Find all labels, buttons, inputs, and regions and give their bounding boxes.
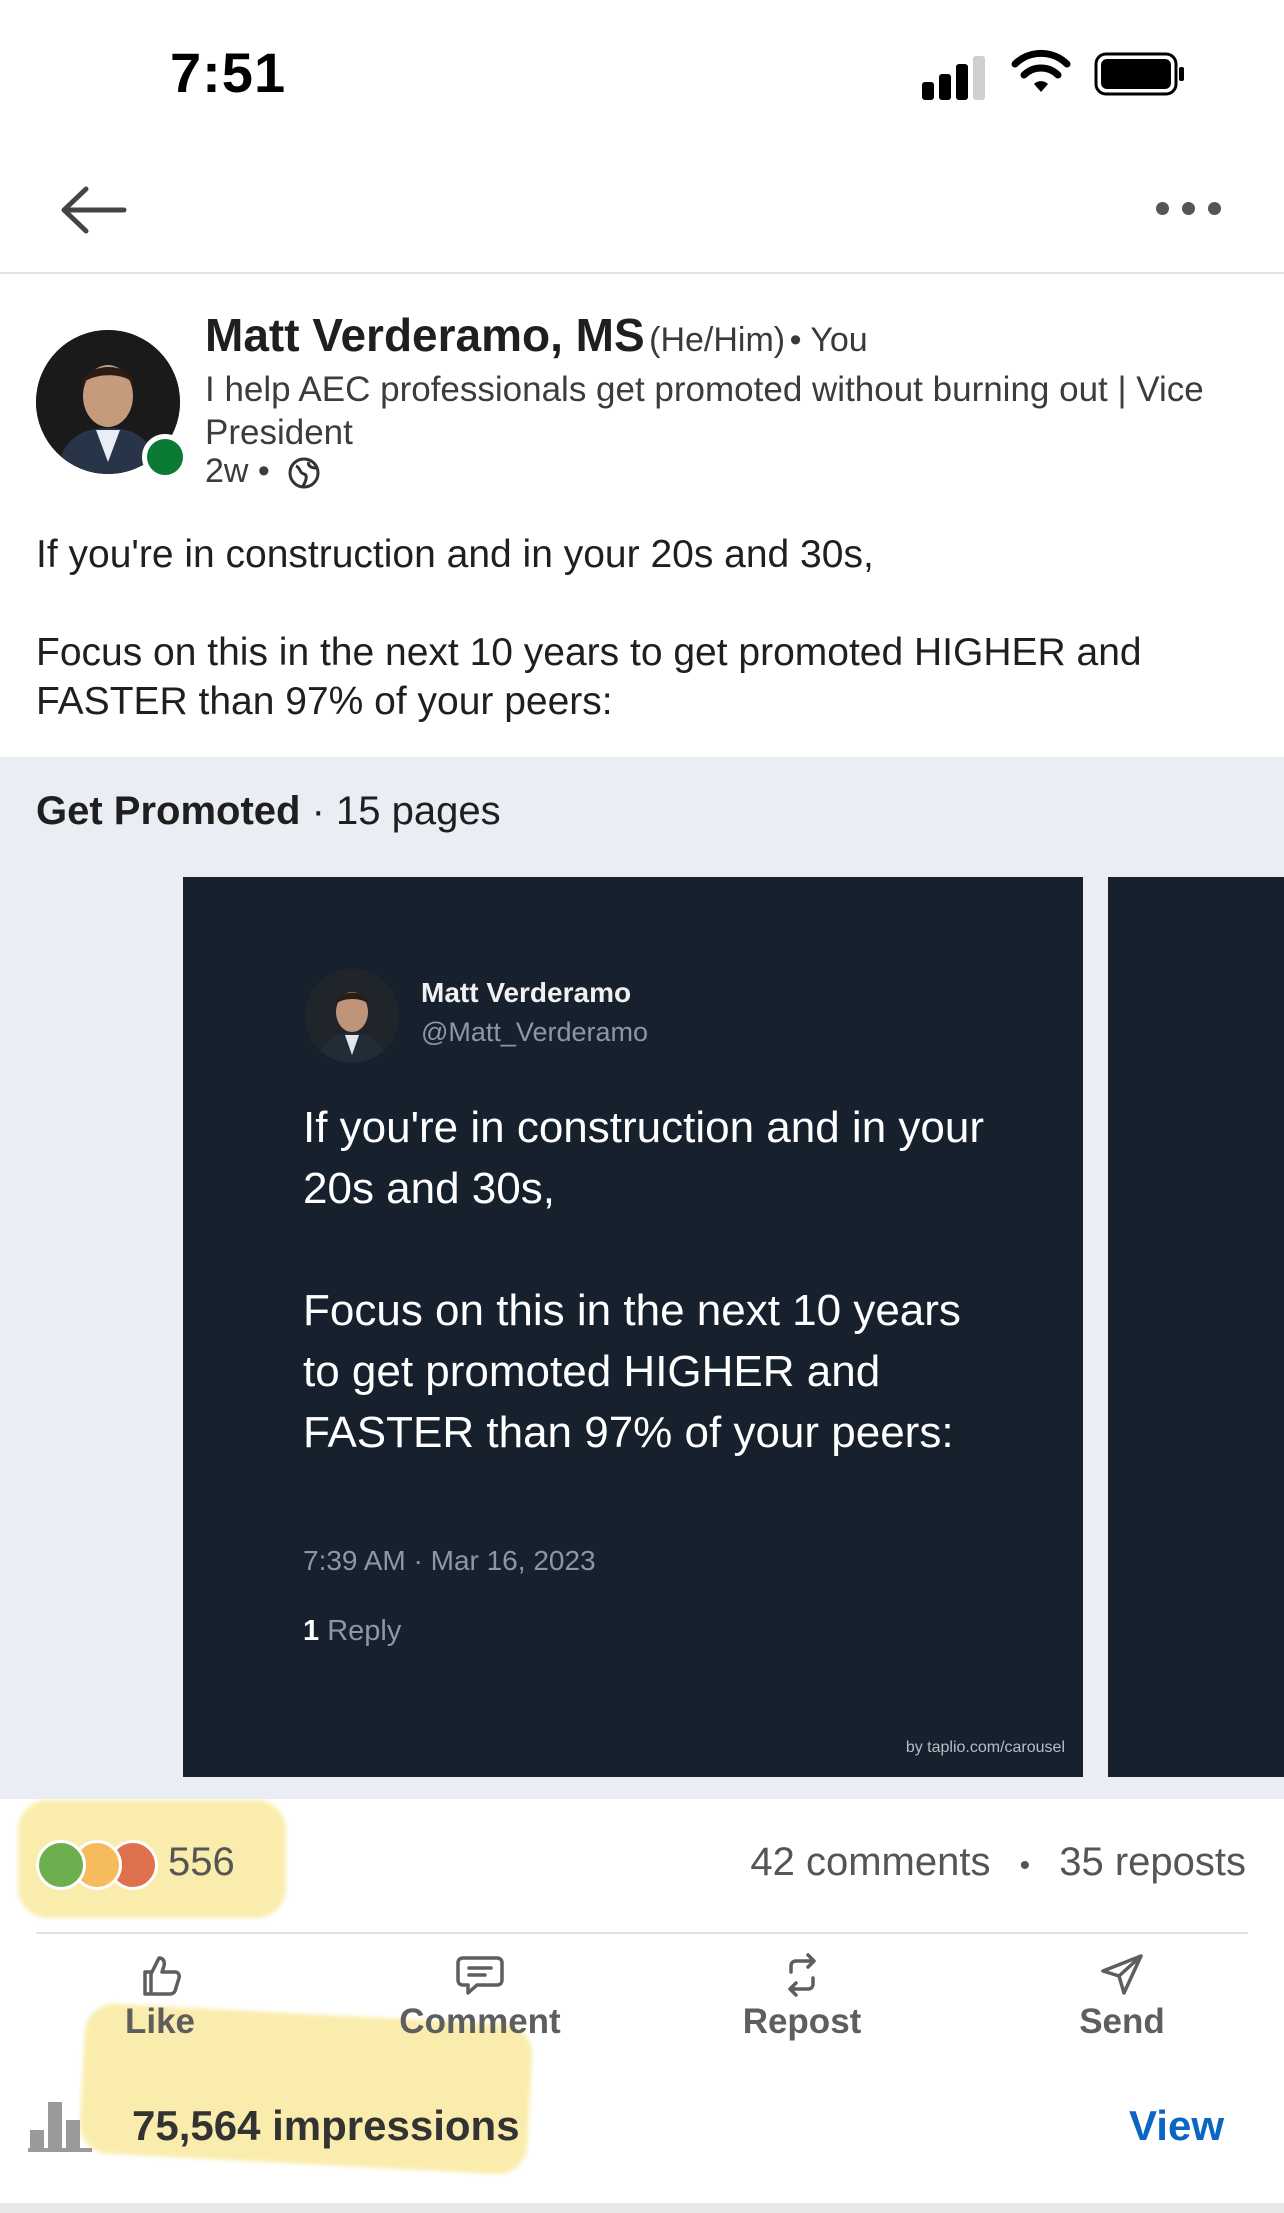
slide-reply-count: 1 Reply: [303, 1615, 401, 1648]
post-actions: Like Comment Repost Send: [0, 1952, 1284, 2062]
author-relation: You: [810, 321, 868, 359]
post-time-ago: 2w: [205, 452, 249, 490]
document-page-count: 15 pages: [336, 789, 501, 833]
author-line: Matt Verderamo, MS (He/Him) • You: [205, 308, 868, 362]
impressions-row: 75,564 impressions View: [0, 2092, 1284, 2162]
next-slide-peek[interactable]: [1108, 877, 1284, 1777]
back-arrow-icon[interactable]: [58, 180, 128, 240]
reposts-count[interactable]: 35 reposts: [1059, 1840, 1246, 1884]
status-bar: 7:51: [0, 0, 1284, 150]
more-options-icon[interactable]: [1150, 200, 1230, 220]
send-button[interactable]: Send: [1002, 1952, 1242, 2062]
post-text: If you're in construction and in your 20…: [36, 530, 1236, 726]
repost-icon: [788, 1953, 816, 1997]
top-nav-bar: [0, 150, 1284, 274]
comment-label: Comment: [399, 2002, 561, 2041]
meta-dot: •: [789, 321, 811, 359]
online-status-indicator: [142, 434, 188, 480]
celebrate-reaction-icon: [36, 1840, 86, 1890]
author-headline: I help AEC professionals get promoted wi…: [205, 370, 1204, 452]
bar-chart-icon: [28, 2102, 92, 2152]
social-separator: •: [1019, 1849, 1031, 1882]
reaction-count[interactable]: 556: [168, 1840, 235, 1885]
repost-label: Repost: [742, 2002, 862, 2041]
status-time: 7:51: [170, 41, 287, 104]
author-name[interactable]: Matt Verderamo, MS: [205, 309, 645, 361]
divider: [36, 1932, 1248, 1934]
meta-dot: •: [257, 452, 280, 490]
title-separator: ·: [311, 789, 337, 833]
reply-label: Reply: [327, 1615, 402, 1647]
bottom-edge: [0, 2203, 1284, 2213]
impressions-count: 75,564 impressions: [132, 2102, 520, 2149]
post-time: 2w •: [205, 452, 321, 491]
slide-author-name: Matt Verderamo: [421, 977, 632, 1008]
document-title: Get Promoted · 15 pages: [36, 789, 501, 834]
view-analytics-link[interactable]: View: [1129, 2102, 1224, 2150]
repost-button[interactable]: Repost: [682, 1952, 922, 2062]
comment-icon: [456, 1956, 504, 1995]
comments-reposts: 42 comments • 35 reposts: [750, 1840, 1246, 1885]
author-pronouns: (He/Him): [649, 321, 786, 359]
cellular-signal-icon: [922, 50, 992, 100]
thumbs-up-icon: [143, 1956, 181, 1996]
like-label: Like: [124, 2002, 196, 2041]
document-name: Get Promoted: [36, 789, 301, 833]
slide-timestamp: 7:39 AM · Mar 16, 2023: [303, 1545, 596, 1576]
like-button[interactable]: Like: [40, 1952, 280, 2062]
battery-icon: [1094, 52, 1184, 96]
reply-number: 1: [303, 1615, 320, 1647]
comments-count[interactable]: 42 comments: [750, 1840, 990, 1884]
wifi-icon: [1011, 49, 1071, 92]
comment-button[interactable]: Comment: [360, 1952, 600, 2062]
post-text-line: Focus on this in the next 10 years to ge…: [36, 631, 1142, 723]
slide-body-text: If you're in construction and in your 20…: [303, 1097, 1003, 1463]
post-text-line: If you're in construction and in your 20…: [36, 533, 874, 576]
carousel-slide[interactable]: Matt Verderamo @Matt_Verderamo If you're…: [183, 877, 1083, 1777]
send-icon: [1101, 1954, 1143, 1995]
slide-author-avatar: [305, 969, 399, 1063]
reaction-icons[interactable]: [36, 1840, 158, 1892]
slide-paragraph: Focus on this in the next 10 years to ge…: [303, 1286, 961, 1457]
slide-credit: by taplio.com/carousel: [905, 1739, 1065, 1756]
slide-author-handle: @Matt_Verderamo: [421, 1017, 649, 1047]
slide-paragraph: If you're in construction and in your 20…: [303, 1103, 984, 1213]
globe-icon: [288, 457, 320, 489]
document-carousel[interactable]: Get Promoted · 15 pages Matt Verderamo @…: [0, 757, 1284, 1799]
send-label: Send: [1079, 2002, 1165, 2041]
social-counts: 556 42 comments • 35 reposts: [0, 1800, 1284, 1932]
